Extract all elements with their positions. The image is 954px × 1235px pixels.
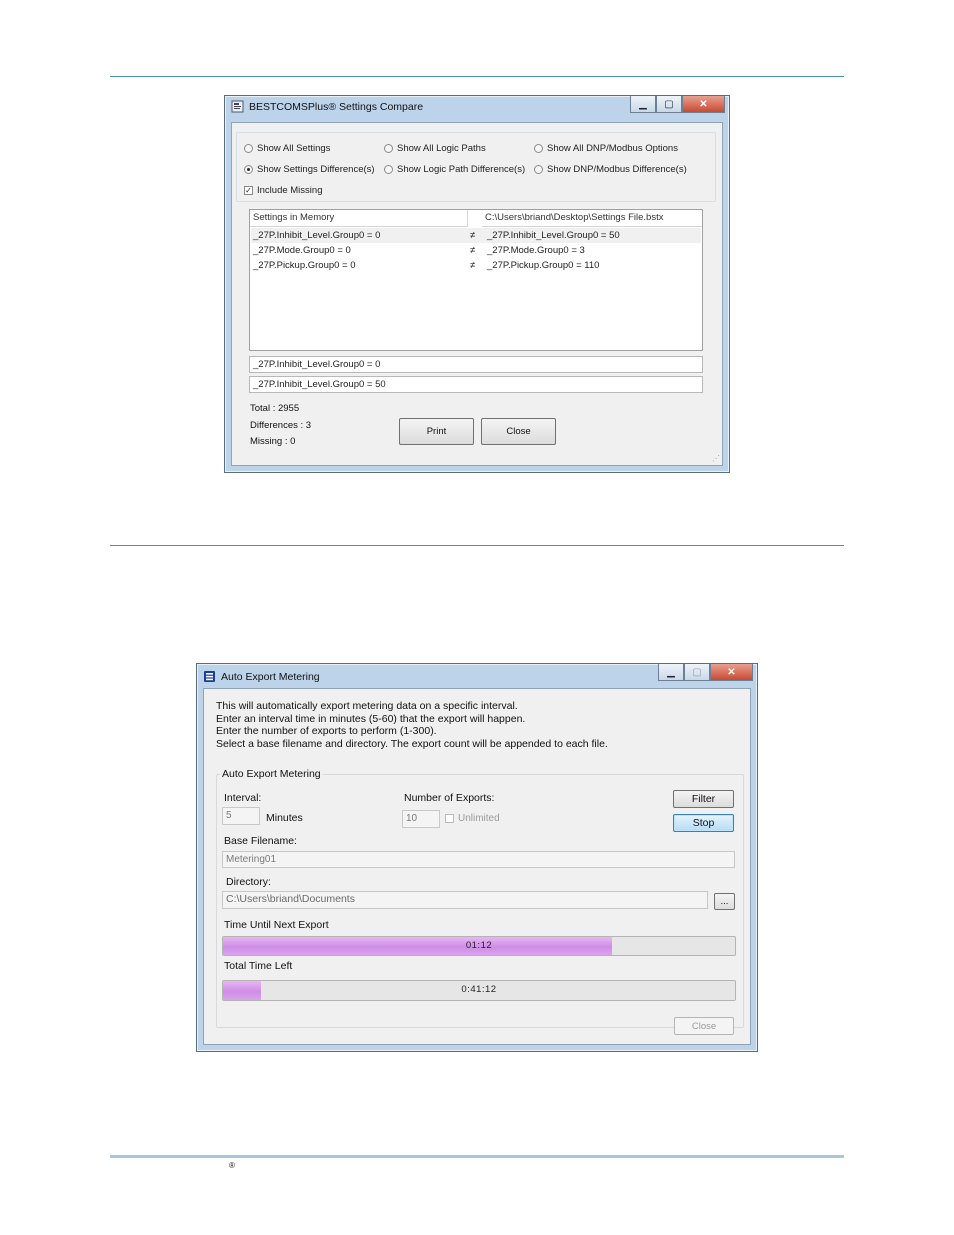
header-rule	[110, 76, 844, 77]
detail-file-value[interactable]: _27P.Inhibit_Level.Group0 = 50	[249, 376, 703, 393]
base-filename-input[interactable]: Metering01	[222, 851, 735, 868]
exports-input[interactable]: 10	[402, 810, 440, 828]
radio-show-logic-path-differences[interactable]: Show Logic Path Difference(s)	[384, 164, 525, 175]
checkbox-label: Unlimited	[458, 813, 500, 824]
section-rule	[110, 545, 844, 546]
description-line: Enter the number of exports to perform (…	[216, 725, 437, 737]
radio-show-settings-differences[interactable]: Show Settings Difference(s)	[244, 164, 375, 175]
settings-compare-list[interactable]: Settings in Memory C:\Users\briand\Deskt…	[249, 209, 703, 351]
total-count: Total : 2955	[250, 403, 300, 414]
column-header-memory[interactable]: Settings in Memory	[250, 210, 468, 227]
radio-show-all-dnp-modbus[interactable]: Show All DNP/Modbus Options	[534, 143, 678, 154]
window-title: BESTCOMSPlus® Settings Compare	[249, 101, 424, 113]
radio-indicator	[534, 144, 543, 153]
title-bar[interactable]: Auto Export Metering ▁ ▢ ✕	[197, 664, 757, 686]
directory-label: Directory:	[226, 876, 271, 888]
row-left-value[interactable]: _27P.Inhibit_Level.Group0 = 0	[253, 230, 380, 241]
auto-export-window: Auto Export Metering ▁ ▢ ✕ This will aut…	[196, 663, 758, 1052]
next-export-progress: 01:12	[222, 936, 736, 956]
row-right-value[interactable]: _27P.Mode.Group0 = 3	[487, 245, 585, 256]
maximize-icon: ▢	[684, 664, 710, 681]
window-title: Auto Export Metering	[221, 671, 320, 683]
column-header-file[interactable]: C:\Users\briand\Desktop\Settings File.bs…	[482, 210, 702, 227]
stop-button[interactable]: Stop	[673, 814, 734, 832]
radio-show-dnp-modbus-differences[interactable]: Show DNP/Modbus Difference(s)	[534, 164, 687, 175]
radio-label: Show Logic Path Difference(s)	[397, 164, 526, 175]
close-icon[interactable]: ✕	[682, 96, 725, 113]
title-bar[interactable]: BESTCOMSPlus® Settings Compare ▁ ▢ ✕	[225, 96, 729, 118]
description-line: Enter an interval time in minutes (5-60)…	[216, 712, 526, 725]
radio-indicator	[384, 144, 393, 153]
browse-button[interactable]: ...	[714, 893, 735, 910]
minimize-icon[interactable]: ▁	[658, 664, 684, 681]
radio-label: Show All Settings	[257, 143, 331, 154]
directory-input[interactable]: C:\Users\briand\Documents	[222, 891, 708, 909]
close-button[interactable]: Close	[481, 418, 556, 445]
differences-count: Differences : 3	[250, 420, 312, 431]
filter-button[interactable]: Filter	[673, 790, 734, 808]
footer-rule	[110, 1155, 844, 1158]
radio-label: Show All DNP/Modbus Options	[547, 143, 678, 154]
radio-label: Show DNP/Modbus Difference(s)	[547, 164, 687, 175]
checkbox-box	[445, 814, 454, 823]
description-line: This will automatically export metering …	[216, 700, 518, 712]
interval-label: Interval:	[224, 792, 262, 804]
radio-label: Show All Logic Paths	[397, 143, 486, 154]
radio-label: Show Settings Difference(s)	[257, 164, 375, 175]
radio-show-all-logic-paths[interactable]: Show All Logic Paths	[384, 143, 486, 154]
include-missing-checkbox[interactable]: ✓ Include Missing	[244, 185, 322, 196]
compare-client-area: Show All Settings Show All Logic Paths S…	[231, 122, 723, 466]
not-equal-icon: ≠	[470, 260, 476, 271]
minimize-icon[interactable]: ▁	[630, 96, 656, 113]
detail-memory-value[interactable]: _27P.Inhibit_Level.Group0 = 0	[249, 356, 703, 373]
registered-mark: ®	[229, 1161, 235, 1170]
description-line: Select a base filename and directory. Th…	[216, 737, 608, 750]
checkbox-label: Include Missing	[257, 185, 323, 196]
minutes-label: Minutes	[266, 812, 303, 824]
not-equal-icon: ≠	[470, 230, 476, 241]
close-icon[interactable]: ✕	[710, 664, 753, 681]
total-left-progress: 0:41:12	[222, 980, 736, 1001]
checkmark-icon: ✓	[244, 186, 253, 195]
settings-compare-window: BESTCOMSPlus® Settings Compare ▁ ▢ ✕ Sho…	[224, 95, 730, 473]
radio-indicator	[384, 165, 393, 174]
radio-indicator	[244, 165, 253, 174]
resize-grip-icon[interactable]: ⋰	[712, 454, 720, 463]
row-right-value[interactable]: _27P.Inhibit_Level.Group0 = 50	[487, 230, 620, 241]
next-export-label: Time Until Next Export	[224, 919, 329, 931]
radio-indicator	[244, 144, 253, 153]
row-left-value[interactable]: _27P.Mode.Group0 = 0	[253, 245, 351, 256]
exports-label: Number of Exports:	[404, 792, 495, 804]
group-label: Auto Export Metering	[220, 768, 323, 780]
interval-input[interactable]: 5	[222, 807, 260, 825]
close-button[interactable]: Close	[674, 1017, 734, 1035]
not-equal-icon: ≠	[470, 245, 476, 256]
total-left-label: Total Time Left	[224, 960, 293, 972]
app-icon	[231, 100, 244, 113]
radio-indicator	[534, 165, 543, 174]
progress-text: 01:12	[465, 940, 493, 951]
maximize-icon[interactable]: ▢	[656, 96, 682, 113]
base-filename-label: Base Filename:	[224, 835, 297, 847]
missing-count: Missing : 0	[250, 436, 296, 447]
export-client-area: This will automatically export metering …	[203, 688, 751, 1045]
progress-text: 0:41:12	[461, 984, 497, 995]
row-left-value[interactable]: _27P.Pickup.Group0 = 0	[253, 260, 356, 271]
radio-show-all-settings[interactable]: Show All Settings	[244, 143, 330, 154]
row-right-value[interactable]: _27P.Pickup.Group0 = 110	[487, 260, 599, 271]
print-button[interactable]: Print	[399, 418, 474, 445]
app-icon	[204, 671, 215, 682]
unlimited-checkbox[interactable]: Unlimited	[445, 813, 500, 824]
